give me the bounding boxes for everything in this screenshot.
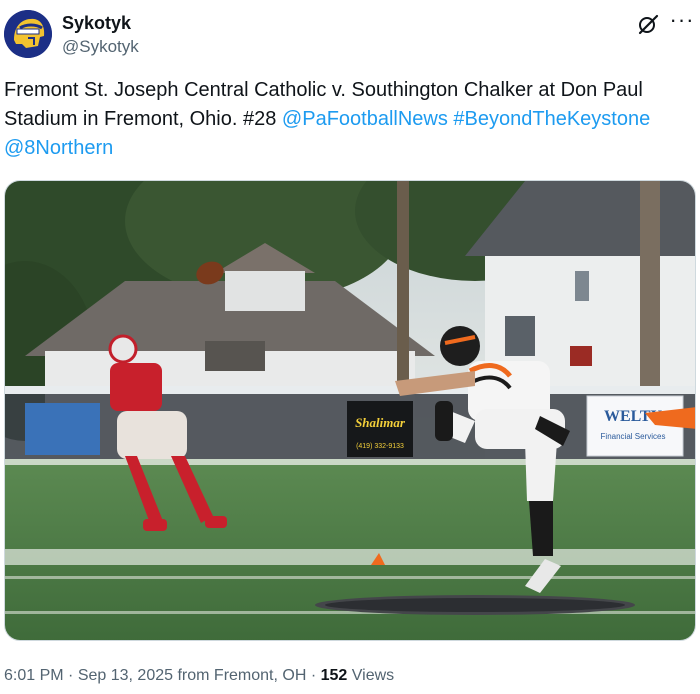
football-photo: Shalimar (419) 332-9133 WELTY Financial …	[5, 181, 695, 640]
tweet-location: from Fremont, OH	[177, 667, 307, 684]
grok-icon[interactable]	[636, 12, 660, 36]
tweet-date[interactable]: Sep 13, 2025	[78, 667, 173, 684]
tweet-photo[interactable]: Shalimar (419) 332-9133 WELTY Financial …	[4, 180, 696, 641]
shalimar-sign-text: Shalimar	[355, 415, 406, 430]
welty-banner-sub: Financial Services	[601, 432, 666, 441]
more-options-icon[interactable]: ···	[668, 8, 696, 36]
mention-pafootballnews[interactable]: @PaFootballNews	[282, 108, 448, 130]
author-handle[interactable]: @Sykotyk	[62, 35, 139, 59]
tweet-meta: 6:01 PM · Sep 13, 2025 from Fremont, OH …	[4, 667, 395, 684]
tweet-text: Fremont St. Joseph Central Catholic v. S…	[4, 76, 696, 163]
trojans-helmet-avatar-icon	[4, 10, 52, 58]
shalimar-sign-phone: (419) 332-9133	[356, 443, 404, 450]
views-label: Views	[351, 667, 395, 684]
author-display-name[interactable]: Sykotyk	[62, 11, 139, 35]
tweet-time[interactable]: 6:01 PM	[4, 667, 64, 684]
tweet-header: Sykotyk @Sykotyk ···	[4, 8, 696, 64]
avatar[interactable]	[4, 10, 52, 58]
hashtag-beyondthekeystone[interactable]: #BeyondTheKeystone	[453, 108, 650, 130]
mention-8northern[interactable]: @8Northern	[4, 137, 113, 159]
views-count: 152	[320, 667, 348, 684]
